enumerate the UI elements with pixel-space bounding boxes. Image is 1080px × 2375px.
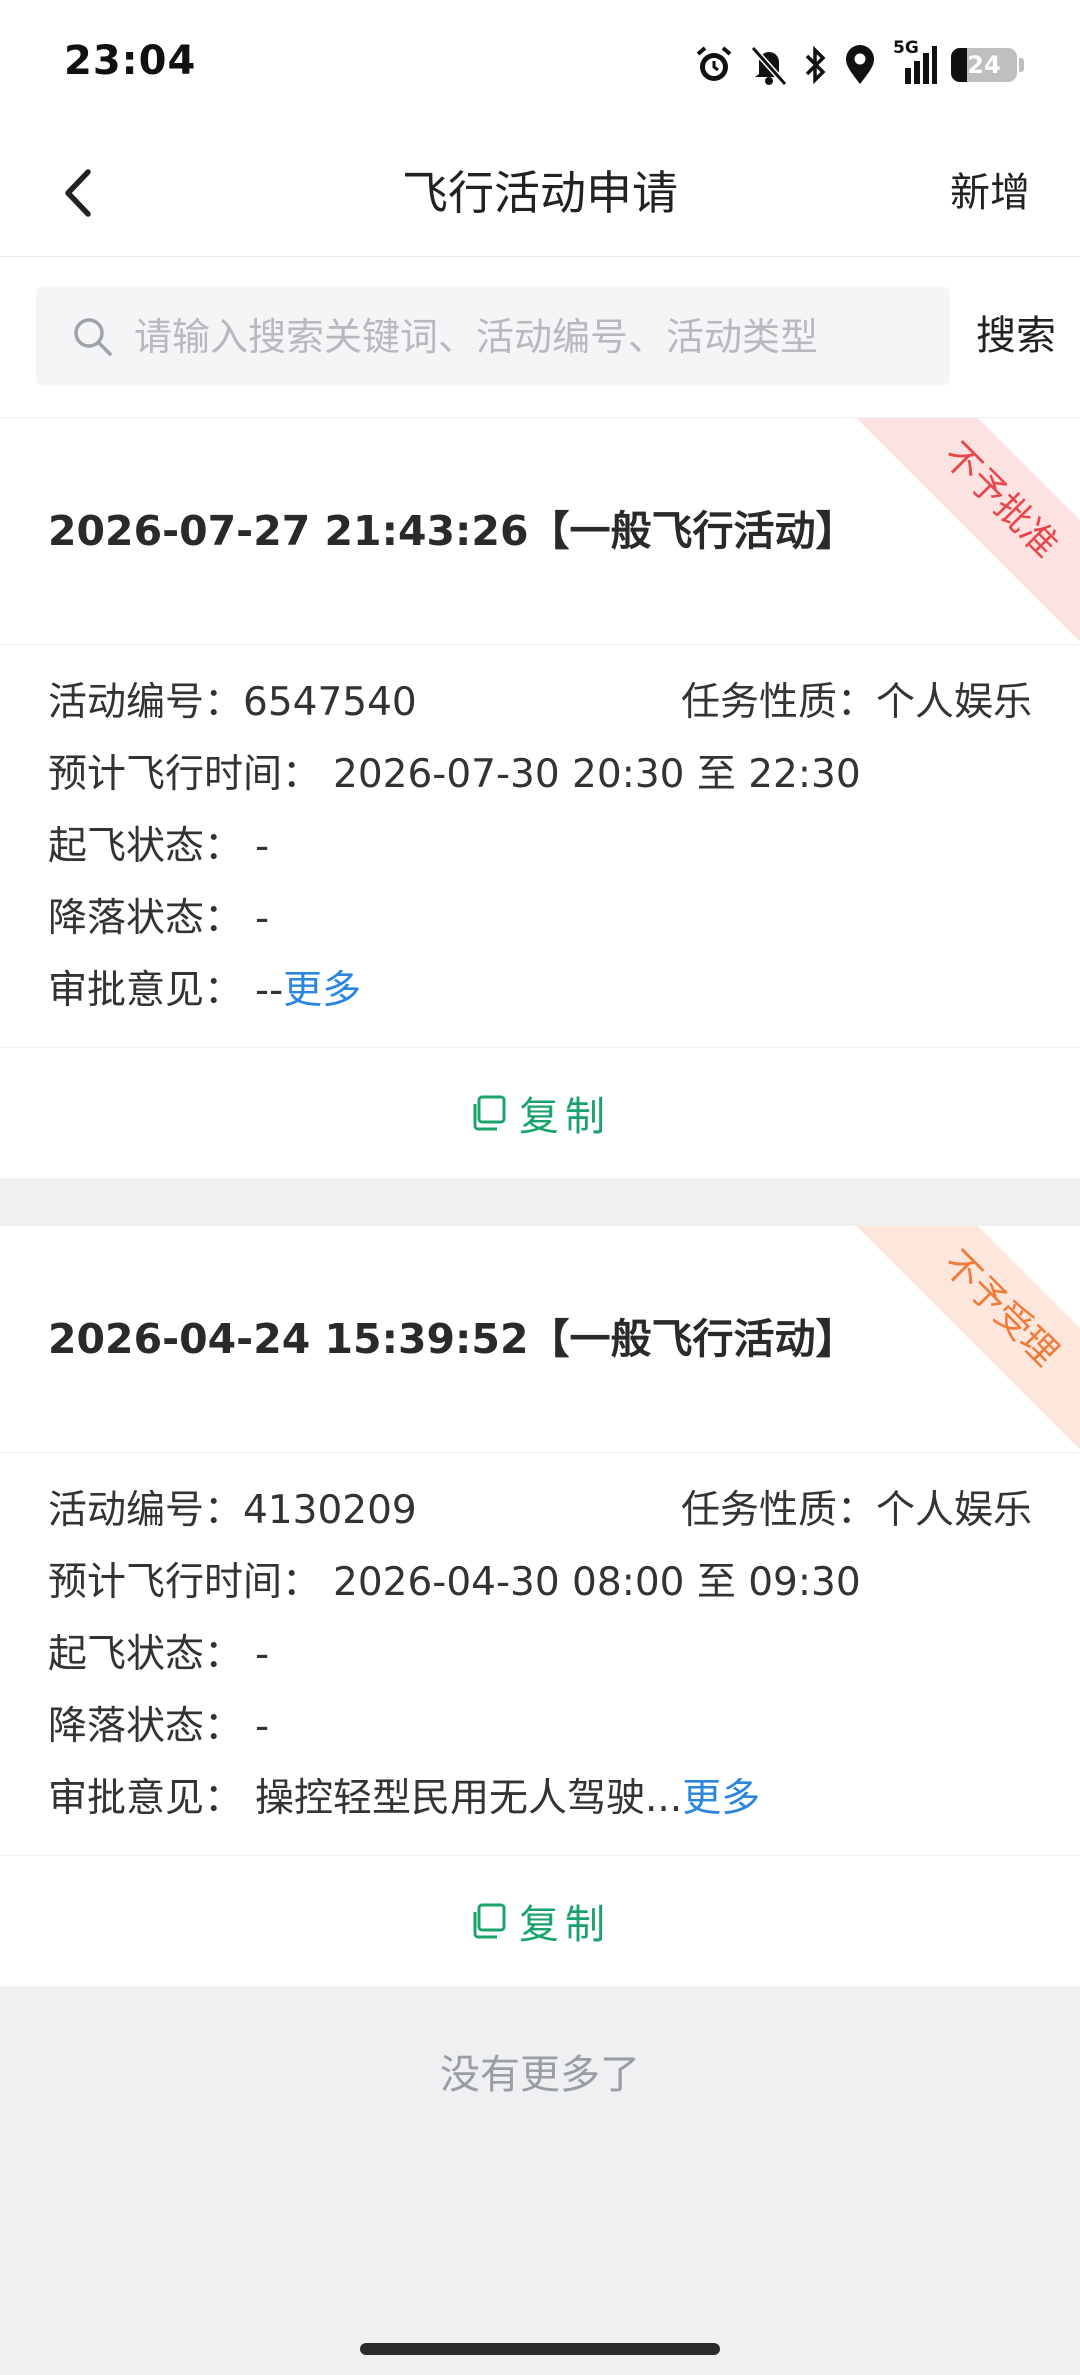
landing-row: 降落状态： - — [48, 883, 1032, 955]
battery-tip — [1019, 58, 1024, 72]
copy-icon — [473, 1095, 506, 1131]
landing-value: - — [255, 1704, 270, 1749]
copy-label: 复制 — [519, 1902, 611, 1948]
location-icon — [843, 44, 877, 86]
battery-text: 24 — [967, 51, 1001, 79]
opinion-value: -- — [255, 968, 284, 1013]
activity-id-value: 6547540 — [243, 680, 417, 725]
opinion-row: 审批意见： 操控轻型民用无人驾驶...更多 — [48, 1763, 1032, 1835]
task-nature-label: 任务性质： — [680, 680, 876, 725]
card-body: 活动编号：6547540 任务性质：个人娱乐 预计飞行时间： 2026-07-30… — [0, 645, 1080, 1048]
task-nature-field: 任务性质：个人娱乐 — [681, 1475, 1032, 1547]
landing-row: 降落状态： - — [48, 1691, 1032, 1763]
opinion-label: 审批意见： — [48, 1776, 244, 1821]
search-input[interactable] — [132, 287, 936, 387]
landing-value: - — [255, 896, 270, 941]
status-badge: 不予批准 — [821, 418, 1080, 680]
takeoff-label: 起飞状态： — [48, 1632, 244, 1677]
battery-icon: 24 — [951, 48, 1024, 82]
bluetooth-icon — [803, 44, 829, 86]
search-bar: 搜索 — [0, 257, 1080, 417]
takeoff-value: - — [255, 1632, 270, 1677]
add-button[interactable]: 新增 — [950, 130, 1030, 256]
activity-id-row: 活动编号：4130209 任务性质：个人娱乐 — [48, 1475, 1032, 1547]
more-link[interactable]: 更多 — [283, 968, 361, 1013]
opinion-label: 审批意见： — [48, 968, 244, 1013]
opinion-row: 审批意见： --更多 — [48, 955, 1032, 1027]
activity-id-row: 活动编号：6547540 任务性质：个人娱乐 — [48, 667, 1032, 739]
flight-time-label: 预计飞行时间： — [48, 752, 322, 797]
takeoff-label: 起飞状态： — [48, 824, 244, 869]
nav-bar: 飞行活动申请 新增 — [0, 130, 1080, 257]
battery-level: 24 — [951, 48, 1017, 82]
status-icons: 5G 24 — [693, 38, 1024, 90]
task-nature-field: 任务性质：个人娱乐 — [681, 667, 1032, 739]
more-link[interactable]: 更多 — [682, 1776, 760, 1821]
status-bar: 23:04 5G 24 — [0, 0, 1080, 130]
takeoff-row: 起飞状态： - — [48, 811, 1032, 883]
card-header: 2026-07-27 21:43:26【一般飞行活动】 不予批准 — [0, 418, 1080, 680]
status-time: 23:04 — [64, 38, 197, 84]
search-box — [36, 287, 950, 387]
copy-button[interactable]: 复制 — [0, 1048, 1080, 1178]
card-title: 2026-07-27 21:43:26【一般飞行活动】 — [48, 507, 857, 555]
page-title: 飞行活动申请 — [402, 166, 678, 220]
task-nature-value: 个人娱乐 — [875, 680, 1032, 725]
search-icon — [74, 318, 112, 356]
activity-card[interactable]: 2026-04-24 15:39:52【一般飞行活动】 不予受理 活动编号：41… — [0, 1226, 1080, 1986]
task-nature-label: 任务性质： — [680, 1488, 876, 1533]
activity-id-label: 活动编号： — [48, 680, 244, 725]
flight-time-label: 预计飞行时间： — [48, 1560, 322, 1605]
copy-icon — [473, 1903, 506, 1939]
no-more-text: 没有更多了 — [440, 2052, 640, 2098]
flight-time-value: 2026-07-30 20:30 至 22:30 — [333, 752, 861, 797]
mute-bell-icon — [749, 44, 789, 86]
opinion-value: 操控轻型民用无人驾驶... — [255, 1776, 683, 1821]
activity-id-label: 活动编号： — [48, 1488, 244, 1533]
task-nature-value: 个人娱乐 — [875, 1488, 1032, 1533]
takeoff-row: 起飞状态： - — [48, 1619, 1032, 1691]
signal-icon: 5G — [891, 38, 937, 86]
activity-id-value: 4130209 — [243, 1488, 417, 1533]
landing-label: 降落状态： — [48, 896, 244, 941]
network-type: 5G — [893, 38, 919, 58]
flight-time-row: 预计飞行时间： 2026-07-30 20:30 至 22:30 — [48, 739, 1032, 811]
alarm-icon — [693, 44, 735, 86]
takeoff-value: - — [255, 824, 270, 869]
card-body: 活动编号：4130209 任务性质：个人娱乐 预计飞行时间： 2026-04-30… — [0, 1453, 1080, 1856]
flight-time-row: 预计飞行时间： 2026-04-30 08:00 至 09:30 — [48, 1547, 1032, 1619]
activity-card[interactable]: 2026-07-27 21:43:26【一般飞行活动】 不予批准 活动编号：65… — [0, 418, 1080, 1178]
card-title: 2026-04-24 15:39:52【一般飞行活动】 — [48, 1315, 857, 1363]
copy-button[interactable]: 复制 — [0, 1856, 1080, 1986]
search-button[interactable]: 搜索 — [976, 287, 1056, 385]
landing-label: 降落状态： — [48, 1704, 244, 1749]
home-indicator[interactable] — [360, 2343, 720, 2355]
copy-label: 复制 — [519, 1094, 611, 1140]
card-header: 2026-04-24 15:39:52【一般飞行活动】 不予受理 — [0, 1226, 1080, 1488]
flight-time-value: 2026-04-30 08:00 至 09:30 — [333, 1560, 861, 1605]
status-badge: 不予受理 — [821, 1226, 1080, 1488]
